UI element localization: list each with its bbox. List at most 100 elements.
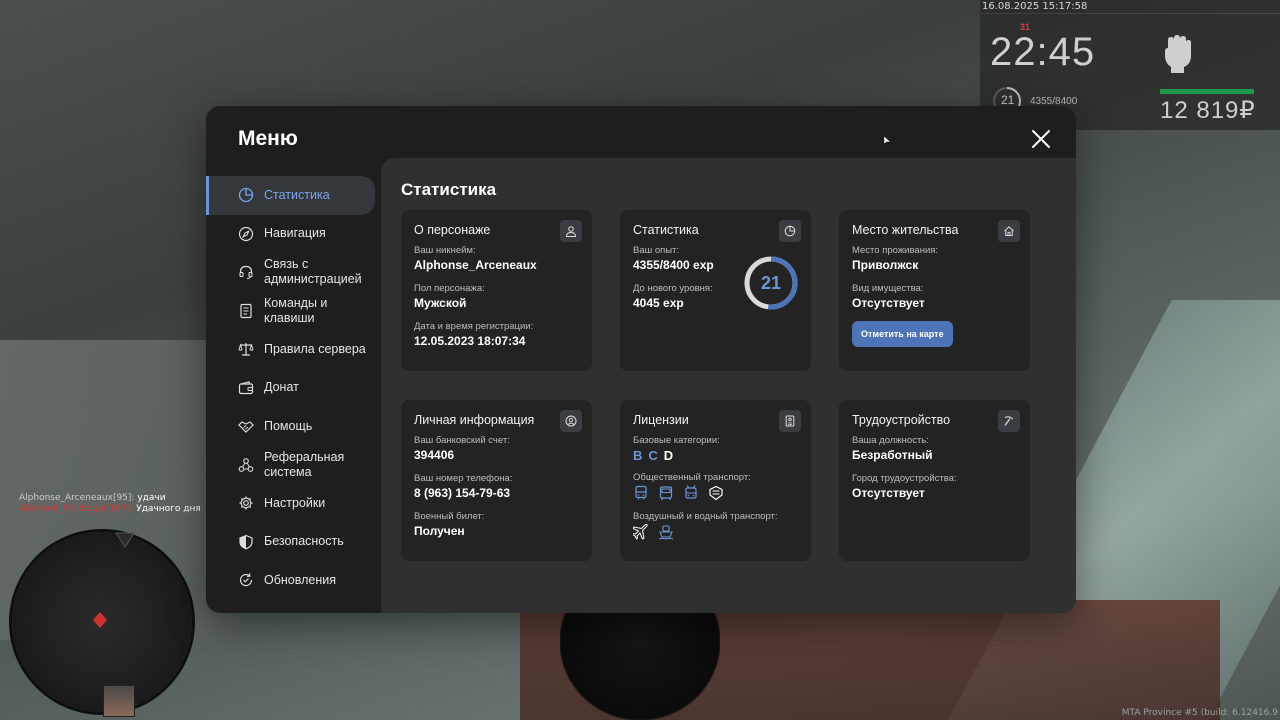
pie-chart-icon — [784, 225, 796, 237]
hud-money-bar — [1160, 89, 1254, 94]
metro-icon — [709, 485, 723, 501]
card-title: О персонаже — [414, 223, 491, 237]
sidebar-nav: Статистика Навигация Связь с администрац… — [206, 176, 376, 600]
sidebar-item-statistics[interactable]: Статистика — [206, 176, 375, 215]
sidebar-item-label: Реферальная система — [264, 449, 345, 479]
card-personal-info: Личная информация Ваш банковский счет: 3… — [401, 400, 592, 561]
air-water-transport-label: Воздушный и водный транспорт: — [633, 511, 778, 522]
sidebar-item-commands[interactable]: Команды и клавиши — [206, 292, 376, 331]
trolleybus-icon — [685, 485, 697, 499]
card-employment: Трудоустройство Ваша должность: Безработ… — [839, 400, 1030, 561]
sidebar-item-settings[interactable]: Настройки — [206, 484, 376, 523]
network-icon — [238, 457, 254, 472]
pie-chart-icon — [238, 188, 254, 203]
public-transport-icons — [633, 485, 798, 501]
bus-icon — [635, 485, 647, 500]
field-value: Безработный — [852, 448, 933, 462]
card-title: Трудоустройство — [852, 413, 951, 427]
menu-window: Меню Статистика Навигация Связь с админи… — [206, 106, 1076, 613]
card-statistics: Статистика Ваш опыт: 4355/8400 exp До но… — [620, 210, 811, 371]
sidebar-item-label: Донат — [264, 380, 299, 395]
sidebar-item-donate[interactable]: Донат — [206, 369, 376, 408]
sidebar-item-security[interactable]: Безопасность — [206, 523, 376, 562]
field-value: 394406 — [414, 448, 455, 462]
license-category-c: C — [648, 448, 658, 463]
field-label: Место проживания: — [852, 245, 939, 256]
card-title: Лицензии — [633, 413, 689, 427]
sidebar-item-updates[interactable]: Обновления — [206, 561, 376, 600]
sidebar-item-label: Настройки — [264, 495, 326, 510]
user-circle-icon — [565, 415, 577, 427]
sidebar-item-help[interactable]: Помощь — [206, 407, 376, 446]
field-value: Отсутствует — [852, 296, 925, 310]
license-categories: BCD — [633, 448, 798, 463]
hud-datetime: 16.08.2025 15:17:58 — [980, 0, 1280, 13]
north-marker-icon — [115, 532, 135, 548]
sidebar-item-label: Статистика — [264, 187, 330, 202]
field-label: Вид имущества: — [852, 283, 924, 294]
field-value: Отсутствует — [852, 486, 925, 500]
hud-time: 22:45 — [990, 30, 1096, 74]
handshake-icon — [238, 421, 254, 434]
pickaxe-icon — [1004, 416, 1014, 426]
sidebar-item-label: Навигация — [264, 226, 326, 241]
field-label: Ваш номер телефона: — [414, 473, 513, 484]
document-icon — [240, 303, 252, 318]
menu-title: Меню — [238, 127, 298, 150]
field-label: Ваш никнейм: — [414, 245, 476, 256]
card-title: Личная информация — [414, 413, 535, 427]
field-value: Alphonse_Arceneaux — [414, 258, 537, 272]
user-icon — [565, 226, 577, 237]
air-water-transport-icons — [633, 524, 798, 540]
content-panel: Статистика О персонаже Ваш никнейм: Alph… — [381, 158, 1076, 613]
field-label: Военный билет: — [414, 511, 485, 522]
sidebar-item-referral[interactable]: Реферальная система — [206, 446, 376, 485]
sidebar-item-label: Связь с администрацией — [264, 257, 362, 287]
tram-icon — [659, 486, 673, 501]
player-avatar — [103, 685, 135, 717]
sidebar-item-navigation[interactable]: Навигация — [206, 215, 376, 254]
chat-log: Alphonse_Arceneaux[95]: удачи Alambek_Mo… — [19, 493, 201, 515]
chat-line: Alphonse_Arceneaux[95]: удачи — [19, 493, 166, 503]
player-character — [560, 608, 720, 720]
hud-money: 12 819₽ — [1160, 97, 1256, 124]
sidebar-item-rules[interactable]: Правила сервера — [206, 330, 376, 369]
field-value: Приволжск — [852, 258, 919, 272]
card-icon-button — [779, 410, 801, 432]
field-label: Пол персонажа: — [414, 283, 485, 294]
card-title: Статистика — [633, 223, 699, 237]
close-icon[interactable] — [1030, 128, 1052, 150]
card-residence: Место жительства Место проживания: Приво… — [839, 210, 1030, 371]
mouse-cursor-icon — [884, 136, 892, 145]
card-title: Место жительства — [852, 223, 959, 237]
card-character: О персонаже Ваш никнейм: Alphonse_Arcene… — [401, 210, 592, 371]
mark-on-map-button[interactable]: Отметить на карте — [852, 321, 953, 347]
sidebar-item-label: Обновления — [264, 572, 336, 587]
home-icon — [1004, 226, 1014, 236]
boat-icon — [658, 525, 674, 540]
field-value: 8 (963) 154-79-63 — [414, 486, 511, 500]
hud-level: 21 — [1001, 93, 1015, 107]
card-icon-button — [998, 410, 1020, 432]
fist-icon — [1165, 35, 1191, 73]
compass-icon — [238, 226, 254, 241]
sidebar-item-contact-admin[interactable]: Связь с администрацией — [206, 253, 376, 292]
field-value: Получен — [414, 524, 465, 538]
field-value: 12.05.2023 18:07:34 — [414, 334, 526, 348]
player-arrow-icon — [93, 612, 107, 628]
card-icon-button — [779, 220, 801, 242]
sidebar-item-label: Помощь — [264, 418, 313, 433]
license-category-b: B — [633, 448, 643, 463]
field-label: Дата и время регистрации: — [414, 321, 534, 332]
license-category-d: D — [663, 448, 674, 463]
refresh-icon — [239, 573, 253, 587]
wallet-icon — [238, 380, 254, 394]
field-label: Ваш банковский счет: — [414, 435, 510, 446]
headset-icon — [239, 266, 253, 280]
gear-icon — [239, 496, 253, 510]
shield-icon — [239, 534, 253, 550]
id-card-icon — [785, 415, 795, 427]
card-icon-button — [560, 410, 582, 432]
public-transport-label: Общественный транспорт: — [633, 472, 751, 483]
level-number: 21 — [760, 273, 782, 293]
